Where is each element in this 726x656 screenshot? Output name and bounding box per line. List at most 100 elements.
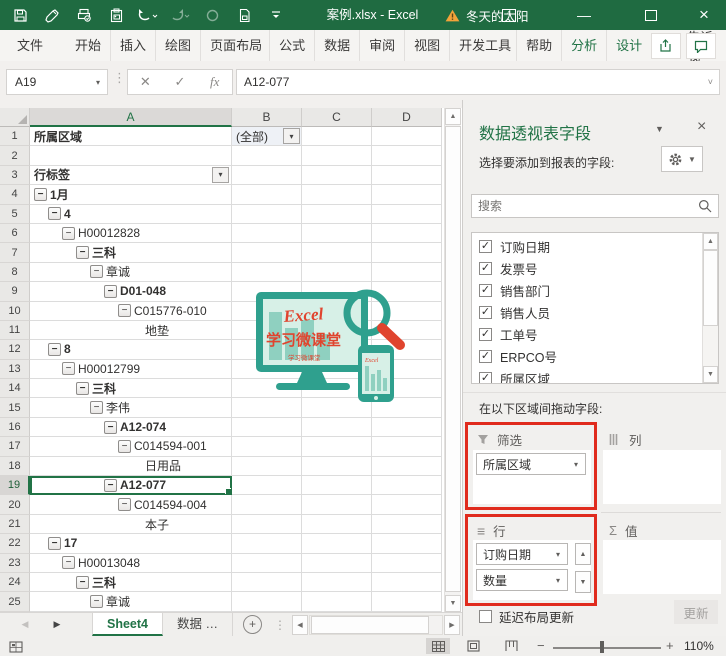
cell-C21[interactable] (302, 514, 372, 535)
cell-D8[interactable] (372, 262, 442, 283)
cell-B9[interactable] (232, 282, 302, 302)
cell-B8[interactable] (232, 262, 302, 283)
row-header-21[interactable]: 21 (0, 514, 30, 535)
cell-D3[interactable] (372, 165, 442, 186)
pane-close-icon[interactable]: × (697, 118, 706, 136)
field-item[interactable]: ✓ ERPCO号 (472, 345, 702, 367)
cell-C10[interactable] (302, 301, 372, 321)
cell-B22[interactable] (232, 534, 302, 554)
collapse-icon[interactable]: − (104, 420, 117, 434)
horizontal-scrollbar-thumb[interactable] (311, 616, 429, 634)
customize-qat-icon[interactable] (260, 0, 292, 30)
ribbon-tab-insert[interactable]: 插入 (110, 30, 155, 61)
collapse-icon[interactable]: − (48, 342, 61, 356)
cell-C2[interactable] (302, 146, 372, 166)
cell-A22[interactable]: −17 (30, 534, 232, 554)
update-button[interactable]: 更新 (674, 600, 718, 624)
field-item[interactable]: ✓ 发票号 (472, 257, 702, 279)
row-header-18[interactable]: 18 (0, 456, 30, 477)
row-header-16[interactable]: 16 (0, 417, 30, 438)
cell-A23[interactable]: − H00013048 (30, 553, 232, 573)
close-icon[interactable]: × (683, 0, 725, 30)
cell-A14[interactable]: − 三科 (30, 379, 232, 399)
defer-layout-checkbox[interactable] (479, 610, 492, 623)
insert-function-icon[interactable]: fx (197, 74, 232, 90)
cell-A12[interactable]: −8 (30, 340, 232, 360)
cell-B13[interactable] (232, 359, 302, 380)
row-header-4[interactable]: 4 (0, 185, 30, 205)
page-break-preview-icon[interactable] (499, 638, 523, 654)
page-layout-view-icon[interactable] (461, 638, 485, 654)
sheet-next-icon[interactable]: ▶ (44, 619, 70, 630)
chip-dropdown-icon[interactable]: ▾ (549, 576, 567, 585)
vertical-scrollbar[interactable]: ▲ ▼ (444, 108, 461, 612)
row-header-17[interactable]: 17 (0, 437, 30, 457)
rows-scroll-down-icon[interactable]: ▼ (575, 571, 591, 593)
field-checkbox[interactable]: ✓ (479, 239, 492, 253)
cell-D25[interactable] (372, 592, 442, 612)
ribbon-tab-home[interactable]: 开始 (66, 30, 110, 61)
cell-B24[interactable] (232, 572, 302, 593)
scroll-down-icon[interactable]: ▼ (703, 366, 718, 383)
collapse-icon[interactable]: − (76, 575, 89, 589)
collapse-icon[interactable]: − (104, 284, 117, 298)
cancel-entry-icon[interactable]: ✕ (128, 74, 163, 90)
cell-C9[interactable] (302, 282, 372, 302)
zoom-in-icon[interactable]: + (666, 638, 674, 653)
cell-C12[interactable] (302, 340, 372, 360)
sheet-prev-icon[interactable]: ◀ (12, 619, 38, 630)
cell-D6[interactable] (372, 223, 442, 244)
cell-C16[interactable] (302, 417, 372, 438)
field-item[interactable]: ✓ 销售部门 (472, 279, 702, 301)
row-header-7[interactable]: 7 (0, 243, 30, 263)
scroll-right-icon[interactable]: ▶ (444, 615, 460, 635)
ribbon-display-options-icon[interactable]: ^ (490, 0, 528, 30)
collapse-icon[interactable]: − (118, 304, 131, 318)
collapse-icon[interactable]: − (62, 556, 75, 570)
ribbon-tab-formulas[interactable]: 公式 (269, 30, 314, 61)
row-header-20[interactable]: 20 (0, 495, 30, 515)
name-box[interactable]: A19 ▾ (6, 69, 108, 95)
filters-field-chip[interactable]: 所属区域 ▾ (476, 453, 586, 475)
cell-D5[interactable] (372, 204, 442, 224)
cell-B17[interactable] (232, 437, 302, 457)
comment-button[interactable] (686, 33, 716, 59)
field-checkbox[interactable]: ✓ (479, 261, 492, 275)
field-item[interactable]: ✓ 订购日期 (472, 235, 702, 257)
search-input[interactable] (472, 198, 698, 214)
field-list-scrollbar-thumb[interactable] (703, 250, 718, 326)
row-header-1[interactable]: 1 (0, 127, 30, 147)
cell-D1[interactable] (372, 127, 442, 147)
cell-D14[interactable] (372, 379, 442, 399)
confirm-entry-icon[interactable]: ✓ (163, 74, 198, 90)
collapse-icon[interactable]: − (34, 187, 47, 201)
cell-A19[interactable]: − A12-077 (30, 476, 232, 496)
column-header-d[interactable]: D (372, 108, 442, 127)
ribbon-tab-review[interactable]: 审阅 (359, 30, 404, 61)
zoom-slider-thumb[interactable] (600, 641, 604, 653)
cell-B15[interactable] (232, 398, 302, 418)
row-header-19[interactable]: 19 (0, 476, 30, 496)
cell-A21[interactable]: 本子 (30, 514, 232, 535)
column-header-c[interactable]: C (302, 108, 372, 127)
cell-A7[interactable]: − 三科 (30, 243, 232, 263)
cell-B18[interactable] (232, 456, 302, 477)
collapse-icon[interactable]: − (76, 246, 89, 260)
cell-C6[interactable] (302, 223, 372, 244)
quick-print-icon[interactable] (68, 0, 100, 30)
row-header-25[interactable]: 25 (0, 592, 30, 612)
collapse-icon[interactable]: − (90, 265, 103, 279)
cell-B21[interactable] (232, 514, 302, 535)
row-header-12[interactable]: 12 (0, 340, 30, 360)
row-labels-filter-icon[interactable]: ▾ (212, 166, 229, 183)
cell-A15[interactable]: − 李伟 (30, 398, 232, 418)
row-header-6[interactable]: 6 (0, 223, 30, 244)
rows-scroll-up-icon[interactable]: ▲ (575, 543, 591, 565)
select-all-corner[interactable] (0, 108, 30, 127)
print-preview-icon[interactable] (228, 0, 260, 30)
cell-A11[interactable]: 地垫 (30, 320, 232, 341)
cell-C15[interactable] (302, 398, 372, 418)
cell-A6[interactable]: − H00012828 (30, 223, 232, 244)
cell-B16[interactable] (232, 417, 302, 438)
cell-B4[interactable] (232, 185, 302, 205)
